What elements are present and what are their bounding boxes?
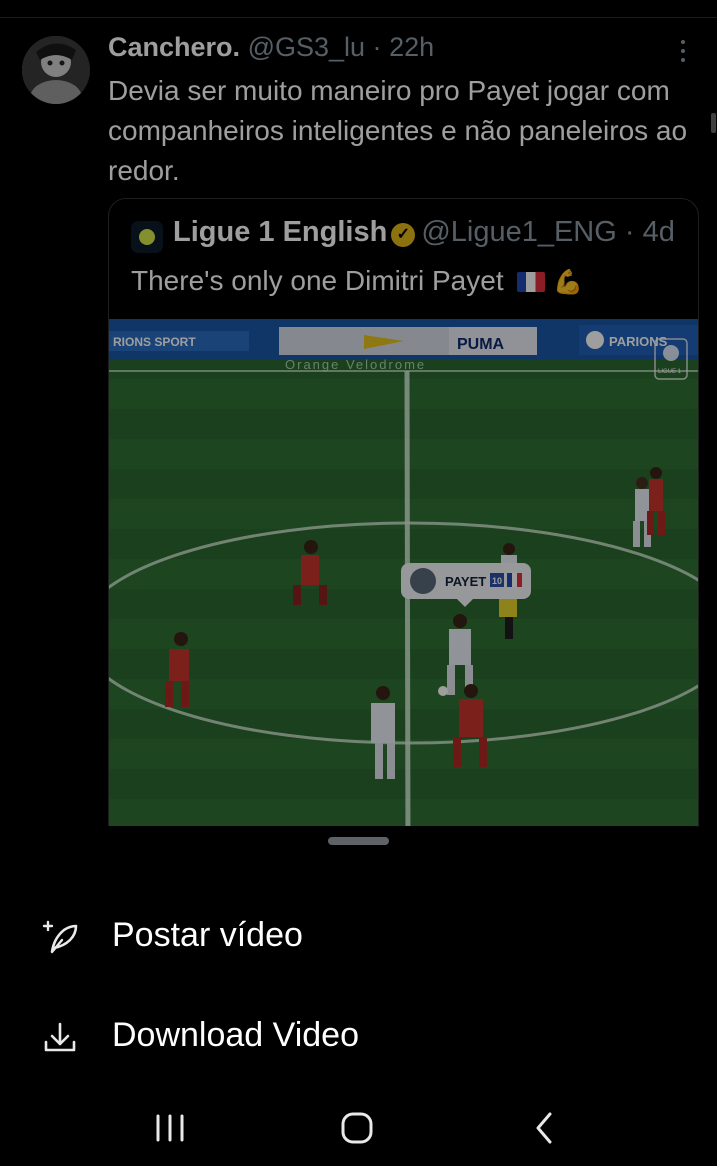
separator-dot: · — [372, 32, 382, 62]
quoted-handle[interactable]: @Ligue1_ENG — [421, 216, 617, 248]
ad-board-left: RIONS SPORT — [113, 335, 196, 349]
corner-logo-text: LIGUE 1 — [658, 369, 682, 375]
author-handle[interactable]: @GS3_lu — [248, 32, 365, 62]
avatar-photo-icon — [22, 36, 90, 104]
home-icon[interactable] — [337, 1108, 377, 1148]
quoted-author-name[interactable]: Ligue 1 English — [173, 216, 387, 248]
player-tag-name: PAYET — [445, 574, 486, 589]
verified-badge-icon: ✓ — [391, 223, 416, 247]
tweet-time[interactable]: 22h — [389, 32, 434, 62]
recent-apps-icon[interactable] — [150, 1108, 190, 1148]
system-nav-bar — [0, 1088, 717, 1166]
flexed-biceps-icon: 💪 — [553, 269, 584, 296]
author-name[interactable]: Canchero. — [108, 32, 240, 62]
scroll-indicator — [711, 113, 716, 133]
quoted-time[interactable]: 4d — [643, 216, 675, 248]
player-tag-number: 10 — [492, 576, 502, 586]
sheet-drag-handle[interactable] — [328, 837, 389, 845]
back-icon[interactable] — [524, 1108, 564, 1148]
ad-board-parions: PARIONS — [609, 334, 668, 349]
download-video-label: Download Video — [112, 1016, 359, 1054]
tweet[interactable]: Canchero. @GS3_lu · 22h Devia ser muito … — [0, 0, 717, 860]
quoted-tweet[interactable]: Ligue 1 English ✓ @Ligue1_ENG · 4d There's… — [108, 198, 699, 860]
tweet-header: Canchero. @GS3_lu · 22h — [108, 32, 434, 63]
compose-feather-icon — [42, 920, 78, 954]
post-video-item[interactable]: Postar vídeo — [0, 906, 717, 966]
ad-board-puma: PUMA — [457, 336, 505, 353]
stadium-name: Orange Velodrome — [285, 357, 426, 372]
french-flag-icon — [517, 272, 546, 292]
quoted-text: There's only one Dimitri Payet 💪 — [131, 265, 583, 297]
quoted-separator-dot: · — [624, 216, 635, 248]
ligue1-logo-icon[interactable] — [131, 221, 163, 253]
download-icon — [44, 1022, 76, 1052]
tweet-text: Devia ser muito maneiro pro Payet jogar … — [108, 75, 688, 186]
video-player[interactable]: RIONS SPORT PUMA PARIONS Orange Velodrom… — [109, 319, 698, 859]
post-video-label: Postar vídeo — [112, 916, 303, 954]
football-pitch-video: RIONS SPORT PUMA PARIONS Orange Velodrom… — [109, 319, 698, 859]
download-video-item[interactable]: Download Video — [0, 1006, 717, 1066]
quoted-text-body: There's only one Dimitri Payet — [131, 265, 504, 296]
quoted-header: Ligue 1 English ✓ @Ligue1_ENG · 4d — [173, 216, 675, 249]
more-vertical-icon[interactable] — [676, 40, 690, 66]
avatar[interactable] — [22, 36, 90, 104]
